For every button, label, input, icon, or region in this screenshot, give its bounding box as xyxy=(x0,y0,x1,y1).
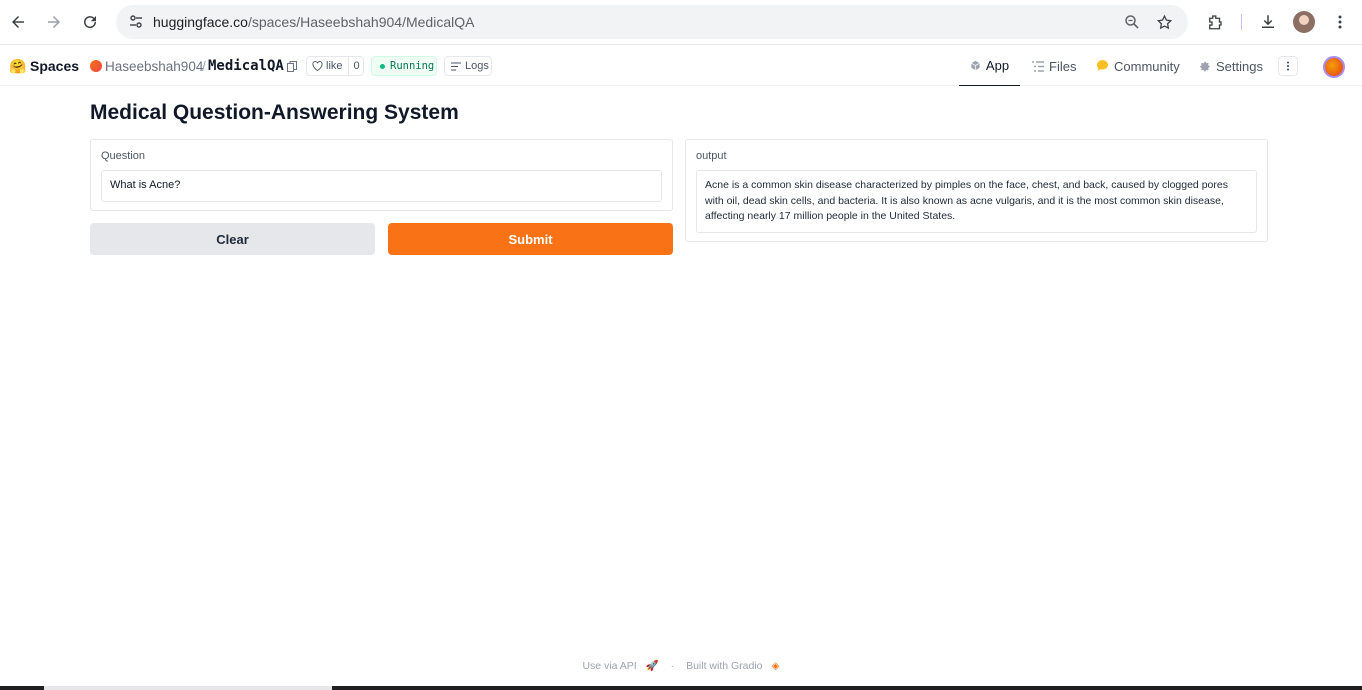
window-bottom-strip xyxy=(0,686,1362,690)
tab-app-label: App xyxy=(985,58,1010,73)
question-label: Question xyxy=(101,150,146,162)
gear-icon xyxy=(1200,61,1210,71)
tab-app[interactable]: App xyxy=(959,46,1020,86)
status-text: Running xyxy=(390,60,435,72)
rocket-icon: 🚀 xyxy=(645,660,659,672)
profile-avatar[interactable] xyxy=(1293,11,1315,33)
tab-files-label: Files xyxy=(1049,58,1077,74)
space-menu-button[interactable] xyxy=(1278,56,1298,76)
built-with-gradio-link[interactable]: Built with Gradio ◈ xyxy=(683,660,782,672)
community-icon xyxy=(1097,60,1108,71)
built-label: Built with Gradio xyxy=(686,660,763,672)
reload-icon xyxy=(84,16,97,29)
scroll-indicator xyxy=(44,686,332,690)
like-label: like xyxy=(326,60,343,72)
bookmark-star-icon[interactable] xyxy=(1154,12,1174,32)
status-badge: Running xyxy=(371,56,437,76)
kebab-menu-icon xyxy=(1338,15,1342,29)
owner-link[interactable]: Haseebshah904 xyxy=(105,59,203,74)
submit-button[interactable]: Submit xyxy=(388,223,673,255)
user-avatar[interactable] xyxy=(1323,56,1345,78)
footer-separator: · xyxy=(670,660,675,672)
download-icon xyxy=(1262,15,1274,28)
files-icon xyxy=(1032,60,1044,72)
hugging-face-logo-icon[interactable]: 🤗 xyxy=(9,58,26,75)
output-panel: output Acne is a common skin disease cha… xyxy=(685,139,1268,242)
browser-toolbar: huggingface.co/spaces/Haseebshah904/Medi… xyxy=(0,0,1362,45)
output-textbox[interactable]: Acne is a common skin disease characteri… xyxy=(696,170,1257,233)
tab-settings[interactable]: Settings xyxy=(1200,46,1263,86)
owner-avatar xyxy=(90,60,102,72)
browser-menu-button[interactable] xyxy=(1328,10,1352,34)
more-vertical-icon xyxy=(1287,61,1289,71)
tab-community-label: Community xyxy=(1114,58,1180,74)
reload-button[interactable] xyxy=(77,9,103,35)
forward-button[interactable] xyxy=(41,9,67,35)
logs-icon xyxy=(451,62,461,70)
app-footer: Use via API 🚀 · Built with Gradio ◈ xyxy=(0,659,1362,672)
spaces-link[interactable]: Spaces xyxy=(30,58,79,74)
clear-button[interactable]: Clear xyxy=(90,223,375,255)
status-dot-icon xyxy=(380,63,385,69)
output-label: output xyxy=(696,150,727,162)
heart-icon xyxy=(312,61,323,71)
address-bar[interactable]: huggingface.co/spaces/Haseebshah904/Medi… xyxy=(116,5,1188,39)
back-button[interactable] xyxy=(5,9,31,35)
arrow-right-icon xyxy=(48,16,60,28)
like-count: 0 xyxy=(353,60,360,72)
path-separator: / xyxy=(202,59,206,74)
url-text: huggingface.co/spaces/Haseebshah904/Medi… xyxy=(153,14,475,30)
api-label: Use via API xyxy=(582,660,637,672)
site-info-icon[interactable] xyxy=(124,10,148,34)
tab-files[interactable]: Files xyxy=(1032,46,1076,86)
page-title: Medical Question-Answering System xyxy=(90,101,459,124)
use-via-api-link[interactable]: Use via API 🚀 xyxy=(579,660,661,672)
question-panel: Question What is Acne? xyxy=(90,139,673,211)
extensions-button[interactable] xyxy=(1203,10,1227,34)
tab-settings-label: Settings xyxy=(1216,58,1263,74)
copy-icon[interactable] xyxy=(287,61,297,72)
arrow-left-icon xyxy=(12,16,24,28)
question-input[interactable]: What is Acne? xyxy=(101,170,662,202)
like-button[interactable]: like 0 xyxy=(306,56,364,76)
downloads-button[interactable] xyxy=(1256,10,1280,34)
puzzle-icon xyxy=(1209,15,1222,30)
zoom-icon[interactable] xyxy=(1122,12,1142,32)
gradio-logo-icon: ◈ xyxy=(771,660,780,672)
toolbar-divider xyxy=(1241,14,1242,30)
logs-button[interactable]: Logs xyxy=(444,56,492,76)
logs-label: Logs xyxy=(465,60,489,72)
tab-community[interactable]: Community xyxy=(1096,46,1180,86)
repo-link[interactable]: MedicalQA xyxy=(208,58,284,74)
cube-icon xyxy=(971,60,980,71)
space-header: 🤗 Spaces Haseebshah904 / MedicalQA like … xyxy=(0,46,1362,86)
